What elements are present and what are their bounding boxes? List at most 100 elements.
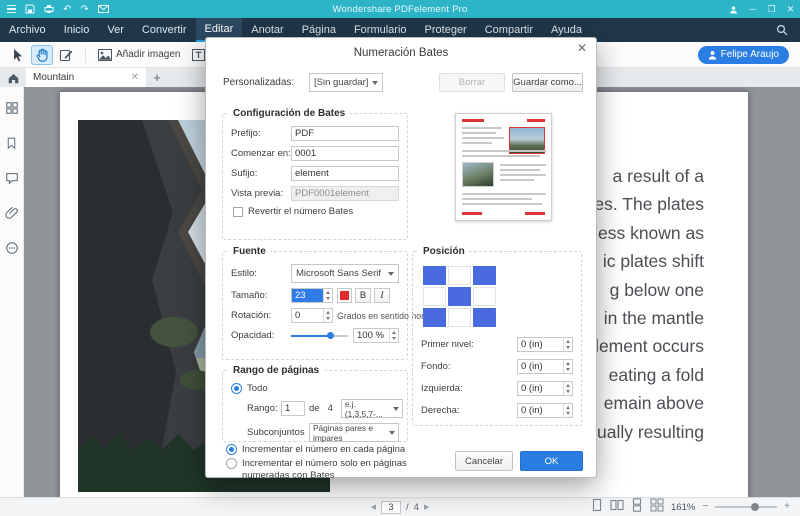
- new-tab-button[interactable]: +: [146, 68, 168, 87]
- position-cell[interactable]: [448, 308, 471, 327]
- spinner-down-icon[interactable]: [564, 389, 572, 396]
- position-cell[interactable]: [423, 266, 446, 285]
- prefijo-input[interactable]: PDF: [291, 126, 399, 141]
- spinner-down-icon[interactable]: [390, 336, 398, 343]
- position-cell[interactable]: [473, 287, 496, 306]
- izquierda-spinner[interactable]: 0 (in): [517, 381, 573, 396]
- subconjuntos-value: Páginas pares e impares: [313, 422, 373, 443]
- comenzar-input[interactable]: 0001: [291, 146, 399, 161]
- personalizadas-dropdown[interactable]: [Sin guardar]: [309, 73, 383, 92]
- tamano-spinner[interactable]: 23: [291, 288, 333, 303]
- font-color-swatch[interactable]: [337, 288, 352, 303]
- tamano-value[interactable]: 23: [292, 289, 323, 302]
- opacidad-spinner[interactable]: 100 %: [353, 328, 399, 343]
- menu-item-archivo[interactable]: Archivo: [0, 18, 55, 42]
- next-page-icon[interactable]: ▶: [424, 503, 429, 511]
- derecha-value[interactable]: 0 (in): [518, 404, 563, 417]
- position-cell[interactable]: [473, 308, 496, 327]
- hamburger-menu-icon[interactable]: [7, 3, 16, 15]
- attachments-panel-button[interactable]: [3, 204, 21, 222]
- document-text-line: a result of a: [612, 166, 704, 186]
- incrementar-bates-radio[interactable]: [226, 458, 237, 469]
- hand-tool-button[interactable]: [31, 44, 53, 65]
- subconjuntos-dropdown[interactable]: Páginas pares e impares: [309, 422, 399, 443]
- menu-item-convertir[interactable]: Convertir: [133, 18, 196, 42]
- slider-handle[interactable]: [327, 332, 335, 339]
- two-page-scroll-view-icon[interactable]: [650, 498, 664, 516]
- save-icon[interactable]: [25, 3, 35, 15]
- prev-page-icon[interactable]: ◀: [371, 503, 376, 511]
- bold-button[interactable]: B: [355, 288, 371, 303]
- italic-button[interactable]: I: [374, 288, 390, 303]
- spinner-down-icon[interactable]: [324, 316, 332, 323]
- email-icon[interactable]: [97, 3, 109, 15]
- close-icon[interactable]: ✕: [781, 1, 800, 17]
- opacidad-value[interactable]: 100 %: [354, 329, 389, 342]
- zoom-out-icon[interactable]: −: [702, 502, 708, 512]
- minimize-icon[interactable]: ─: [743, 1, 762, 17]
- comenzar-label: Comenzar en:: [231, 148, 291, 159]
- chat-panel-button[interactable]: [3, 239, 21, 257]
- zoom-slider-handle[interactable]: [751, 503, 760, 511]
- rotacion-value[interactable]: 0: [292, 309, 323, 322]
- rotacion-spinner[interactable]: 0: [291, 308, 333, 323]
- edit-tool-button[interactable]: [55, 45, 77, 65]
- select-tool-button[interactable]: [7, 45, 29, 65]
- document-text-line: in the mantle: [603, 308, 704, 329]
- menu-item-ver[interactable]: Ver: [98, 18, 133, 42]
- primer-nivel-spinner[interactable]: 0 (in): [517, 337, 573, 352]
- incrementar-pagina-radio[interactable]: [226, 444, 237, 455]
- spinner-down-icon[interactable]: [564, 367, 572, 374]
- page-number-input[interactable]: 3: [381, 500, 402, 514]
- fondo-spinner[interactable]: 0 (in): [517, 359, 573, 374]
- add-image-button[interactable]: Añadir imagen: [92, 45, 186, 65]
- scroll-view-icon[interactable]: [631, 497, 643, 516]
- position-cell[interactable]: [448, 266, 471, 285]
- position-cell[interactable]: [423, 287, 446, 306]
- incrementar-pagina-option[interactable]: Incrementar el número en cada página: [226, 444, 456, 456]
- estilo-dropdown[interactable]: Microsoft Sans Serif: [291, 264, 399, 283]
- position-cell[interactable]: [423, 308, 446, 327]
- ejemplo-dropdown[interactable]: e.j.(1,3,5,7-...: [340, 399, 403, 419]
- position-cell[interactable]: [448, 287, 471, 306]
- rango-desde-input[interactable]: 1: [281, 401, 305, 416]
- undo-icon[interactable]: ↶: [63, 3, 71, 15]
- maximize-icon[interactable]: ❐: [762, 1, 781, 17]
- zoom-in-icon[interactable]: +: [784, 502, 790, 512]
- ok-button[interactable]: OK: [520, 451, 583, 471]
- thumbnails-panel-button[interactable]: [3, 99, 21, 117]
- incrementar-bates-option[interactable]: Incrementar el número solo en páginas nu…: [226, 458, 454, 481]
- user-button[interactable]: Felipe Araujo: [697, 45, 789, 64]
- single-page-view-icon[interactable]: [591, 498, 603, 516]
- tab-mountain[interactable]: Mountain ✕: [26, 68, 146, 87]
- comments-panel-button[interactable]: [3, 169, 21, 187]
- sufijo-input[interactable]: element: [291, 166, 399, 181]
- borrar-button[interactable]: Borrar: [439, 73, 505, 92]
- tab-close-icon[interactable]: ✕: [131, 72, 139, 83]
- bookmarks-panel-button[interactable]: [3, 134, 21, 152]
- zoom-slider[interactable]: [715, 503, 778, 511]
- user-account-icon[interactable]: [724, 1, 743, 17]
- redo-icon[interactable]: ↷: [80, 3, 88, 15]
- spinner-down-icon[interactable]: [324, 296, 332, 303]
- fondo-value[interactable]: 0 (in): [518, 360, 563, 373]
- guardar-como-button[interactable]: Guardar como...: [512, 73, 583, 92]
- home-button[interactable]: [0, 68, 26, 87]
- print-icon[interactable]: [44, 3, 54, 15]
- izquierda-value[interactable]: 0 (in): [518, 382, 563, 395]
- search-icon[interactable]: [776, 18, 800, 42]
- spinner-down-icon[interactable]: [564, 345, 572, 352]
- cancelar-button[interactable]: Cancelar: [455, 451, 513, 471]
- dialog-close-icon[interactable]: ✕: [577, 42, 587, 54]
- position-cell[interactable]: [473, 266, 496, 285]
- spinner-down-icon[interactable]: [564, 411, 572, 418]
- menu-item-inicio[interactable]: Inicio: [55, 18, 99, 42]
- opacidad-slider[interactable]: [291, 328, 348, 343]
- two-page-view-icon[interactable]: [610, 498, 624, 516]
- primer-nivel-value[interactable]: 0 (in): [518, 338, 563, 351]
- zoom-level[interactable]: 161%: [671, 502, 695, 513]
- derecha-spinner[interactable]: 0 (in): [517, 403, 573, 418]
- revertir-checkbox[interactable]: [233, 206, 243, 217]
- todo-radio[interactable]: [231, 383, 242, 394]
- posicion-fieldset: Posición Primer nivel: 0 (in) Fondo: 0 (…: [412, 246, 582, 426]
